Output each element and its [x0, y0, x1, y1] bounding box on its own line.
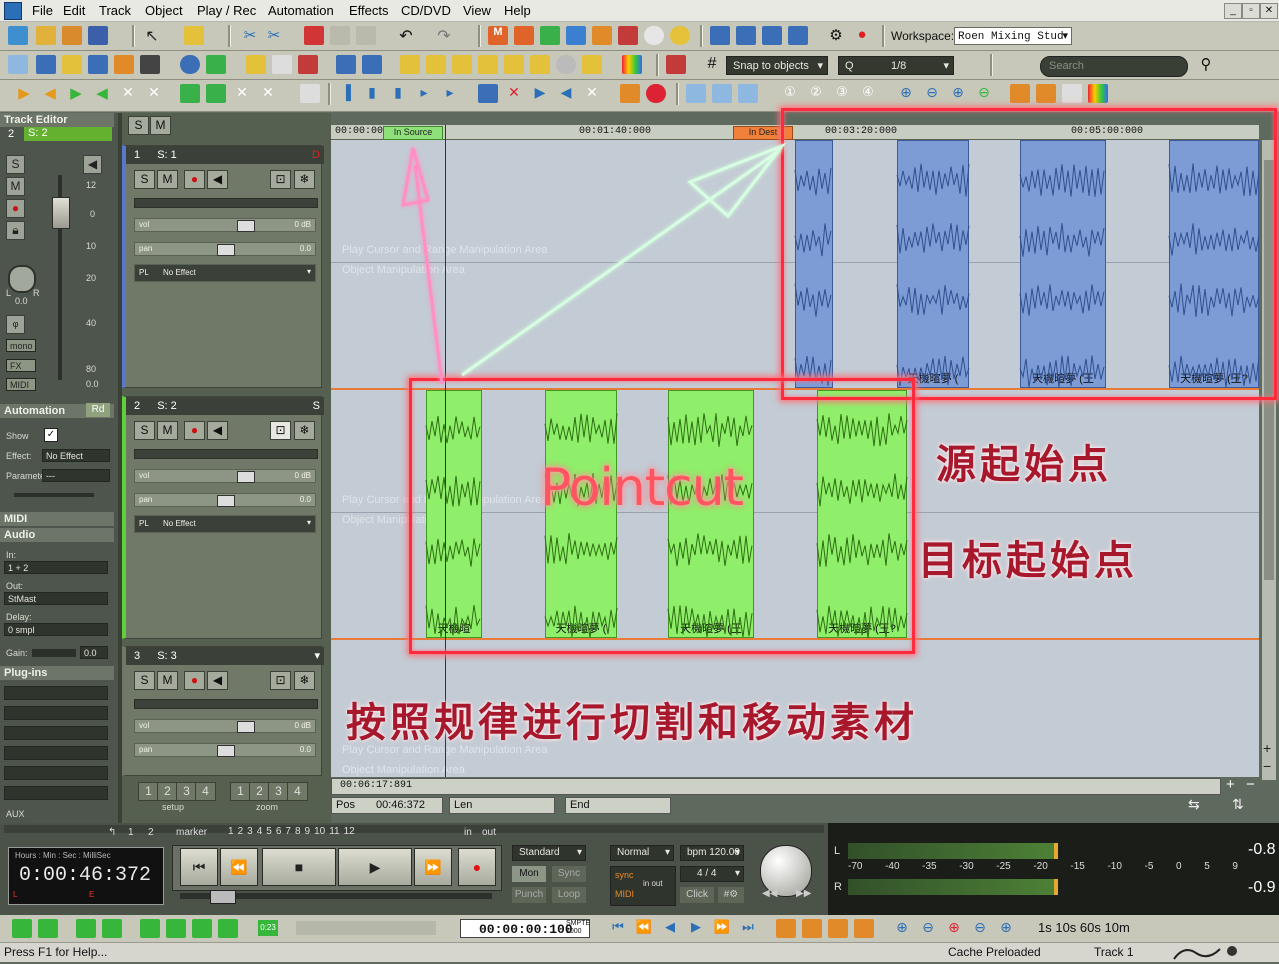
marker-1[interactable]: 1 [228, 826, 234, 839]
bottom-green-2-icon[interactable] [38, 919, 58, 938]
zoom-in-horizontal-icon[interactable]: + [1226, 776, 1235, 793]
marker-10[interactable]: 10 [314, 826, 325, 839]
record-button[interactable]: ● [458, 848, 496, 886]
arrow-to-in-dest [461, 148, 781, 377]
bottom-icon-6[interactable] [166, 919, 186, 938]
status-track: Track 1 [1094, 945, 1134, 959]
left-peak-value[interactable]: -0.8 [1248, 841, 1276, 859]
meter-right-fill [848, 879, 1054, 895]
loop-region-3-icon[interactable] [828, 919, 848, 938]
marker-buttons: 1 2 3 4 5 6 7 8 9 10 11 12 [228, 826, 458, 839]
marker-9[interactable]: 9 [305, 826, 311, 839]
marker-3[interactable]: 3 [247, 826, 253, 839]
zoom-presets[interactable]: 1s 10s 60s 10m [1038, 920, 1130, 935]
loop-region-icon[interactable] [776, 919, 796, 938]
status-help: Press F1 for Help... [4, 945, 108, 959]
bottom-icon-8[interactable] [218, 919, 238, 938]
swap-vertical-icon[interactable]: ⇅ [1232, 796, 1244, 813]
watermark-logo [1170, 943, 1250, 961]
signature-select[interactable]: 4 / 4 ▾ [680, 866, 744, 882]
nav-prev-icon[interactable]: ◀ [660, 919, 680, 938]
punch-button[interactable]: Punch [512, 887, 546, 903]
bottom-icon-5[interactable] [140, 919, 160, 938]
status-bar: Press F1 for Help... Cache Preloaded Tra… [0, 942, 1279, 962]
master-meter-panel: L R -70 -40 -35 -30 -25 -20 -15 -10 -5 059 -0.… [828, 823, 1279, 915]
click-button[interactable]: Click [680, 887, 714, 903]
bottom-icon-7[interactable] [192, 919, 212, 938]
zoom-1-icon[interactable]: ⊕ [892, 919, 912, 938]
metronome-settings-icon[interactable]: #⚙ [718, 887, 744, 903]
pointcut-label: Pointcut [540, 458, 744, 518]
len-field[interactable]: Len [449, 797, 555, 814]
pos-field[interactable]: Pos 00:46:372 [331, 797, 443, 814]
swap-horizontal-icon[interactable]: ⇆ [1188, 796, 1200, 813]
smpte-label: SMPTE 1000 [566, 920, 591, 935]
play-button[interactable]: ▶ [338, 848, 412, 886]
zoom-2-icon[interactable]: ⊖ [918, 919, 938, 938]
bpm-select[interactable]: bpm 120.00 ▾ [680, 845, 744, 861]
sync-midi-panel[interactable]: sync MIDI in out [610, 866, 676, 906]
nav-back-icon[interactable]: ⏪ [634, 919, 654, 938]
horizontal-scrollbar[interactable]: 00:06:17:891 [331, 778, 1221, 795]
nav-end-icon[interactable]: ⏭ [738, 919, 758, 938]
bottom-green-1-icon[interactable] [12, 919, 32, 938]
mon-button[interactable]: Mon [512, 866, 546, 882]
marker-2[interactable]: 2 [238, 826, 244, 839]
marker-4[interactable]: 4 [257, 826, 263, 839]
rewind-to-start-button[interactable]: ⏮ [180, 848, 218, 886]
normal-select[interactable]: Normal ▾ [610, 845, 674, 861]
dest-start-label: 目标起始点 [918, 537, 1138, 584]
bottom-arrow-left-icon[interactable] [76, 919, 96, 938]
bottom-disabled-group [296, 921, 436, 935]
time-value: 0:00:46:372 [19, 864, 152, 887]
marker-8[interactable]: 8 [295, 826, 301, 839]
zoom-4-icon[interactable]: ⊖ [970, 919, 990, 938]
nav-next-icon[interactable]: ▶ [686, 919, 706, 938]
stop-button[interactable]: ■ [262, 848, 336, 886]
marker-6[interactable]: 6 [276, 826, 282, 839]
marker-11[interactable]: 11 [329, 826, 339, 839]
marker-12[interactable]: 12 [344, 826, 355, 839]
bottom-badge[interactable]: 0:23 [258, 920, 278, 936]
marker-label: marker [176, 827, 208, 838]
in-button[interactable]: in [464, 827, 472, 838]
loop-region-2-icon[interactable] [802, 919, 822, 938]
meter-scale: -70 -40 -35 -30 -25 -20 -15 -10 -5 059 [848, 861, 1238, 872]
meter-left-fill [848, 843, 1054, 859]
jog-left-icon[interactable]: ◀◀ [762, 888, 777, 899]
jog-right-icon[interactable]: ▶▶ [796, 888, 811, 899]
scroll-position: 00:06:17:891 [340, 780, 413, 791]
marker-5[interactable]: 5 [266, 826, 272, 839]
marker-7[interactable]: 7 [285, 826, 291, 839]
loop-region-4-icon[interactable] [854, 919, 874, 938]
status-cache: Cache Preloaded [948, 945, 1041, 959]
nav-forward-icon[interactable]: ⏩ [712, 919, 732, 938]
zoom-out-horizontal-icon[interactable]: − [1246, 776, 1255, 793]
sync-button[interactable]: Sync [552, 866, 586, 882]
end-field[interactable]: End [565, 797, 671, 814]
loop-button[interactable]: Loop [552, 887, 586, 903]
instruction-label: 按照规律进行切割和移动素材 [346, 699, 918, 746]
position-slider[interactable] [180, 890, 492, 904]
time-display[interactable]: Hours : Min : Sec : MilliSec 0:00:46:372… [8, 847, 164, 905]
source-start-label: 源起始点 [936, 441, 1112, 488]
nav-start-icon[interactable]: ⏮ [608, 919, 628, 938]
rewind-button[interactable]: ⏪ [220, 848, 258, 886]
bottom-arrow-right-icon[interactable] [102, 919, 122, 938]
zoom-3-icon[interactable]: ⊕ [944, 919, 964, 938]
marker-rewind-icon[interactable]: ↰ [108, 827, 116, 838]
fast-forward-button[interactable]: ⏩ [414, 848, 452, 886]
right-peak-value[interactable]: -0.9 [1248, 879, 1276, 897]
bottom-toolbar: 0:23 00:00:00:100 SMPTE 1000 ⏮ ⏪ ◀ ▶ ⏩ ⏭… [0, 915, 1279, 942]
zoom-5-icon[interactable]: ⊕ [996, 919, 1016, 938]
out-button[interactable]: out [482, 827, 496, 838]
mode-select[interactable]: Standard ▾ [512, 845, 586, 861]
